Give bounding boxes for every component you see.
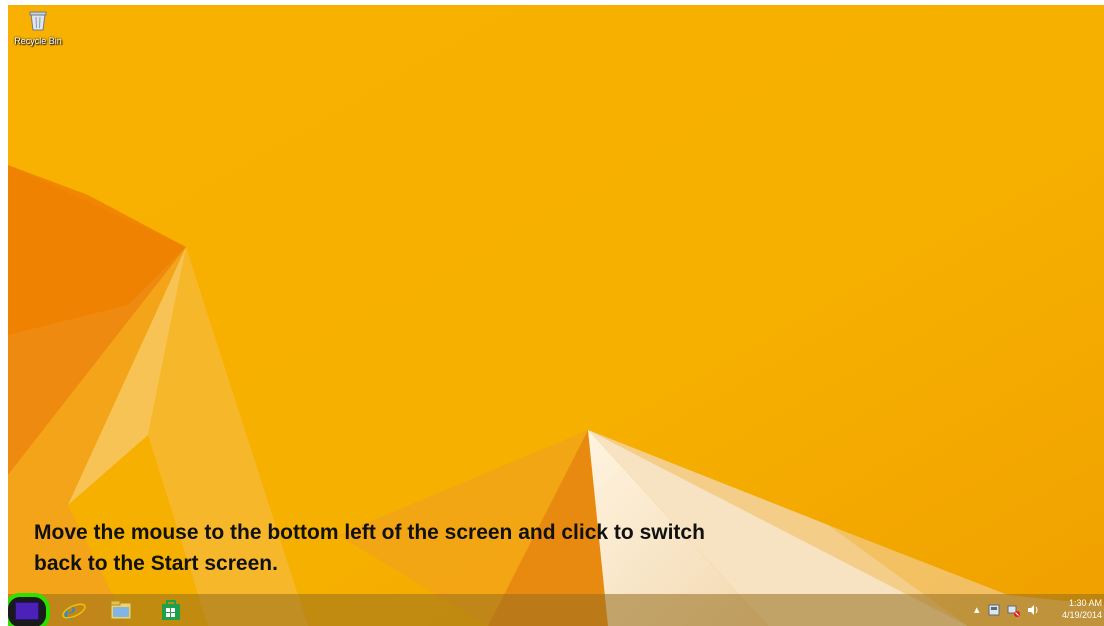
store-icon[interactable] — [158, 597, 184, 623]
desktop-screen: Recycle Bin Move the mouse to the bottom… — [8, 5, 1104, 626]
instruction-text: Move the mouse to the bottom left of the… — [34, 517, 914, 579]
start-button[interactable] — [8, 593, 50, 626]
clock-date: 4/19/2014 — [1061, 610, 1102, 620]
network-icon[interactable] — [1007, 604, 1020, 617]
taskbar: e ▴ 1:30 AM 4/19/2014 — [8, 593, 1104, 626]
volume-icon[interactable] — [1027, 604, 1040, 616]
recycle-bin-icon — [29, 11, 47, 31]
recycle-bin-label: Recycle Bin — [14, 36, 62, 46]
instruction-line-1: Move the mouse to the bottom left of the… — [34, 521, 705, 544]
windows-start-icon — [15, 602, 39, 620]
clock-time: 1:30 AM — [1068, 598, 1102, 608]
start-button-highlight — [8, 593, 50, 626]
system-tray: ▴ 1:30 AM 4/19/2014 — [974, 594, 1104, 626]
recycle-bin-shortcut[interactable]: Recycle Bin — [10, 9, 66, 46]
internet-explorer-icon[interactable]: e — [61, 597, 87, 623]
clock[interactable]: 1:30 AM 4/19/2014 — [1052, 597, 1102, 621]
action-center-flag-icon[interactable] — [988, 604, 1000, 616]
show-hidden-icons-chevron-icon[interactable]: ▴ — [974, 603, 980, 616]
file-explorer-icon[interactable] — [108, 597, 134, 623]
instruction-line-2: back to the Start screen. — [34, 552, 278, 575]
